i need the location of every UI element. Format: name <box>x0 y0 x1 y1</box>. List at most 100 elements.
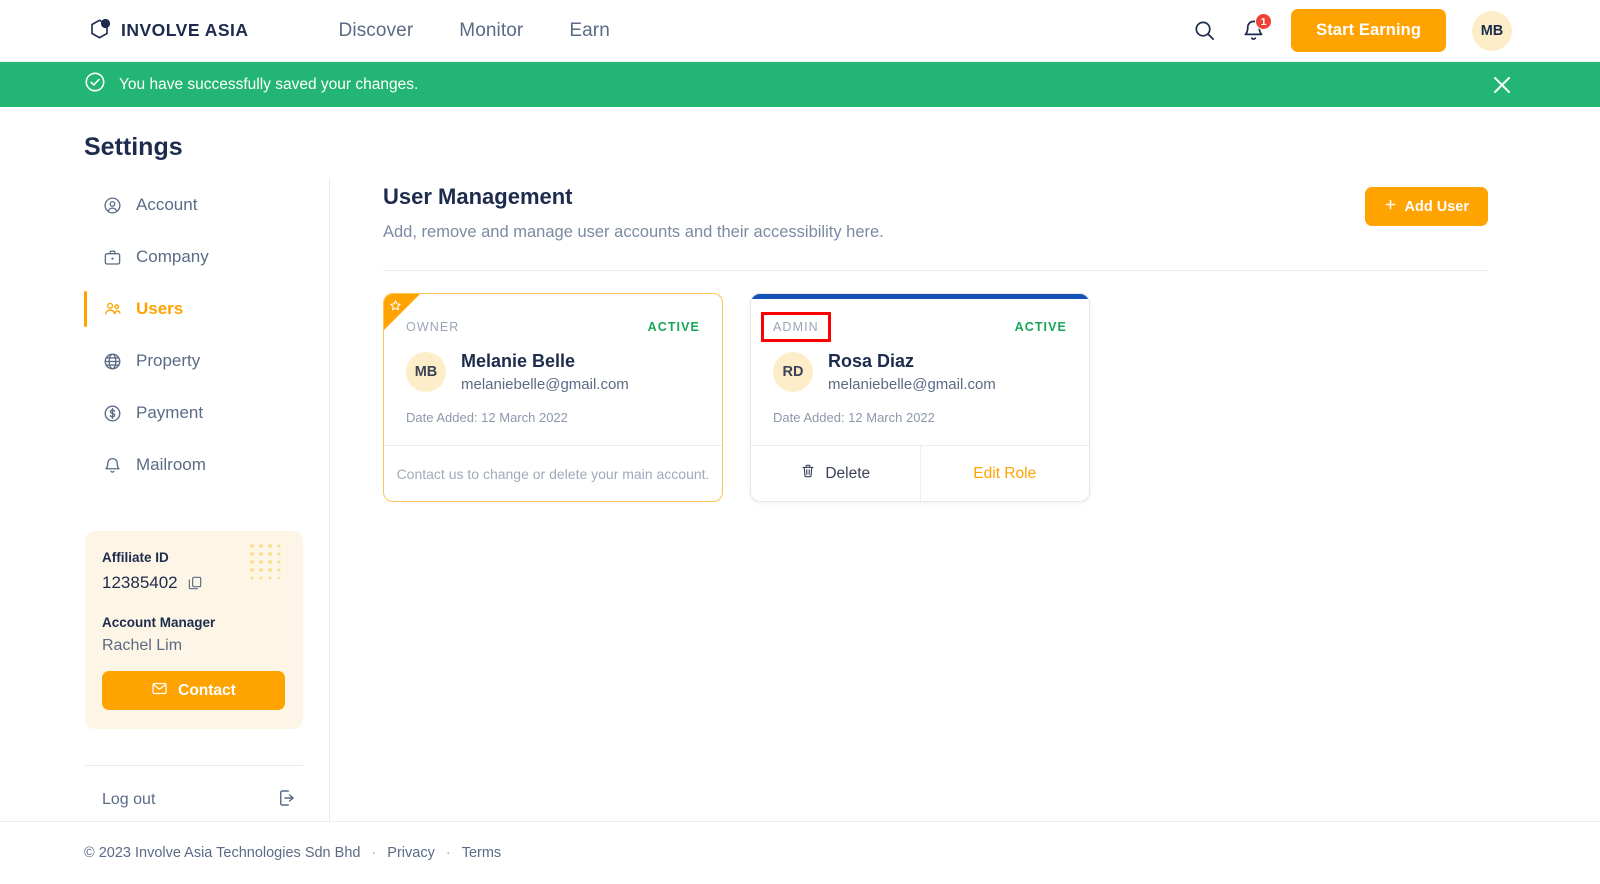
settings-sidebar: Account Company Users Property Payment M… <box>84 179 329 822</box>
start-earning-button[interactable]: Start Earning <box>1291 9 1446 52</box>
decorative-dots <box>249 543 289 585</box>
main-panel: User Management Add, remove and manage u… <box>330 179 1600 822</box>
plus-icon <box>1384 198 1397 215</box>
brand-name: INVOLVE ASIA <box>121 20 249 40</box>
user-circle-icon <box>103 196 122 215</box>
add-user-button[interactable]: Add User <box>1364 187 1488 226</box>
user-card-owner: OWNER ACTIVE MB Melanie Belle melaniebel… <box>383 293 723 502</box>
owner-footer-note: Contact us to change or delete your main… <box>396 465 710 482</box>
logout-label: Log out <box>102 791 156 808</box>
owner-card-meta: OWNER ACTIVE <box>406 320 700 334</box>
star-icon <box>389 299 402 317</box>
sidebar-divider <box>85 765 303 766</box>
sidebar-item-label: Mailroom <box>136 455 206 474</box>
sidebar-item-label: Company <box>136 247 209 266</box>
main-header: User Management Add, remove and manage u… <box>383 179 1488 242</box>
nav-links: Discover Monitor Earn <box>339 20 610 42</box>
nav-link-earn[interactable]: Earn <box>569 20 610 42</box>
nav-link-discover[interactable]: Discover <box>339 20 414 42</box>
sidebar-item-label: Property <box>136 351 201 370</box>
role-badge: ADMIN <box>761 312 831 342</box>
privacy-link[interactable]: Privacy <box>387 845 435 861</box>
sidebar-item-label: Users <box>136 299 184 318</box>
delete-user-button[interactable]: Delete <box>751 446 920 501</box>
admin-card-body: ADMIN ACTIVE RD Rosa Diaz melaniebelle@g… <box>751 294 1089 445</box>
owner-card-body: OWNER ACTIVE MB Melanie Belle melaniebel… <box>384 294 722 445</box>
terms-link[interactable]: Terms <box>462 845 501 861</box>
hexagon-logo-icon <box>84 14 118 48</box>
owner-card-footer: Contact us to change or delete your main… <box>384 445 722 501</box>
sidebar-item-mailroom[interactable]: Mailroom <box>84 439 329 491</box>
user-name: Melanie Belle <box>461 351 576 371</box>
status-badge: ACTIVE <box>1014 320 1067 334</box>
success-banner: You have successfully saved your changes… <box>0 62 1600 107</box>
footer-separator-2: · <box>445 845 451 861</box>
search-icon[interactable] <box>1193 19 1216 42</box>
sidebar-item-company[interactable]: Company <box>84 231 329 283</box>
sidebar-item-label: Account <box>136 195 198 214</box>
user-email: melaniebelle@gmail.com <box>828 376 996 393</box>
section-subtitle: Add, remove and manage user accounts and… <box>383 223 884 241</box>
check-circle-icon <box>84 71 106 98</box>
main-header-text: User Management Add, remove and manage u… <box>383 179 884 242</box>
user-avatar[interactable]: MB <box>1472 10 1512 51</box>
affiliate-id-value: 12385402 <box>102 573 178 592</box>
admin-card-meta: ADMIN ACTIVE <box>761 312 1067 342</box>
admin-card-footer: Delete Edit Role <box>751 445 1089 501</box>
avatar: MB <box>406 352 446 392</box>
nav-right-group: 1 Start Earning MB <box>1193 9 1512 52</box>
user-name: Rosa Diaz <box>828 351 915 371</box>
page-body: Account Company Users Property Payment M… <box>0 179 1600 822</box>
owner-user-info: Melanie Belle melaniebelle@gmail.com <box>461 351 629 393</box>
sidebar-item-users[interactable]: Users <box>84 283 329 335</box>
briefcase-icon <box>103 248 122 267</box>
page-footer: © 2023 Involve Asia Technologies Sdn Bhd… <box>0 821 1600 884</box>
affiliate-id-card: Affiliate ID 12385402 Account Manager Ra… <box>85 531 303 729</box>
close-icon[interactable] <box>1489 72 1515 98</box>
sidebar-item-payment[interactable]: Payment <box>84 387 329 439</box>
copyright-text: © 2023 Involve Asia Technologies Sdn Bhd <box>84 845 361 861</box>
banner-message: You have successfully saved your changes… <box>119 75 419 93</box>
contact-button-label: Contact <box>178 681 236 699</box>
footer-separator-1: · <box>371 845 377 861</box>
admin-card-top-bar <box>751 294 1089 299</box>
owner-user-row: MB Melanie Belle melaniebelle@gmail.com <box>406 351 700 393</box>
date-added: Date Added: 12 March 2022 <box>406 410 568 425</box>
user-cards-list: OWNER ACTIVE MB Melanie Belle melaniebel… <box>383 293 1488 502</box>
user-card-admin: ADMIN ACTIVE RD Rosa Diaz melaniebelle@g… <box>750 293 1090 502</box>
sidebar-item-property[interactable]: Property <box>84 335 329 387</box>
envelope-icon <box>151 680 168 702</box>
banner-content: You have successfully saved your changes… <box>84 71 418 98</box>
status-badge: ACTIVE <box>647 320 700 334</box>
nav-link-monitor[interactable]: Monitor <box>459 20 523 42</box>
page-title: Settings <box>84 133 183 161</box>
avatar: RD <box>773 352 813 392</box>
delete-label: Delete <box>825 464 871 482</box>
section-title: User Management <box>383 184 573 209</box>
notification-count-badge: 1 <box>1255 13 1273 30</box>
top-navigation-bar: INVOLVE ASIA Discover Monitor Earn 1 Sta… <box>0 0 1600 62</box>
edit-role-button[interactable]: Edit Role <box>921 446 1090 501</box>
sidebar-item-account[interactable]: Account <box>84 179 329 231</box>
trash-icon <box>800 463 816 484</box>
user-email: melaniebelle@gmail.com <box>461 376 629 393</box>
brand-logo[interactable]: INVOLVE ASIA <box>84 14 249 48</box>
footer-content: © 2023 Involve Asia Technologies Sdn Bhd… <box>84 845 501 861</box>
contact-button[interactable]: Contact <box>102 671 285 710</box>
users-icon <box>103 300 122 319</box>
account-manager-label: Account Manager <box>102 615 216 630</box>
admin-user-info: Rosa Diaz melaniebelle@gmail.com <box>828 351 996 393</box>
logout-icon <box>277 788 297 813</box>
notification-bell-icon[interactable]: 1 <box>1242 13 1273 42</box>
add-user-label: Add User <box>1404 198 1469 215</box>
date-added: Date Added: 12 March 2022 <box>773 410 935 425</box>
edit-role-label: Edit Role <box>973 464 1037 482</box>
section-divider <box>383 270 1488 271</box>
copy-icon[interactable] <box>187 575 203 591</box>
dollar-circle-icon <box>103 404 122 423</box>
admin-user-row: RD Rosa Diaz melaniebelle@gmail.com <box>773 351 1067 393</box>
account-manager-value: Rachel Lim <box>102 637 183 654</box>
app-root: INVOLVE ASIA Discover Monitor Earn 1 Sta… <box>0 0 1600 884</box>
logout-button[interactable]: Log out <box>85 778 303 822</box>
bell-icon <box>103 456 122 475</box>
